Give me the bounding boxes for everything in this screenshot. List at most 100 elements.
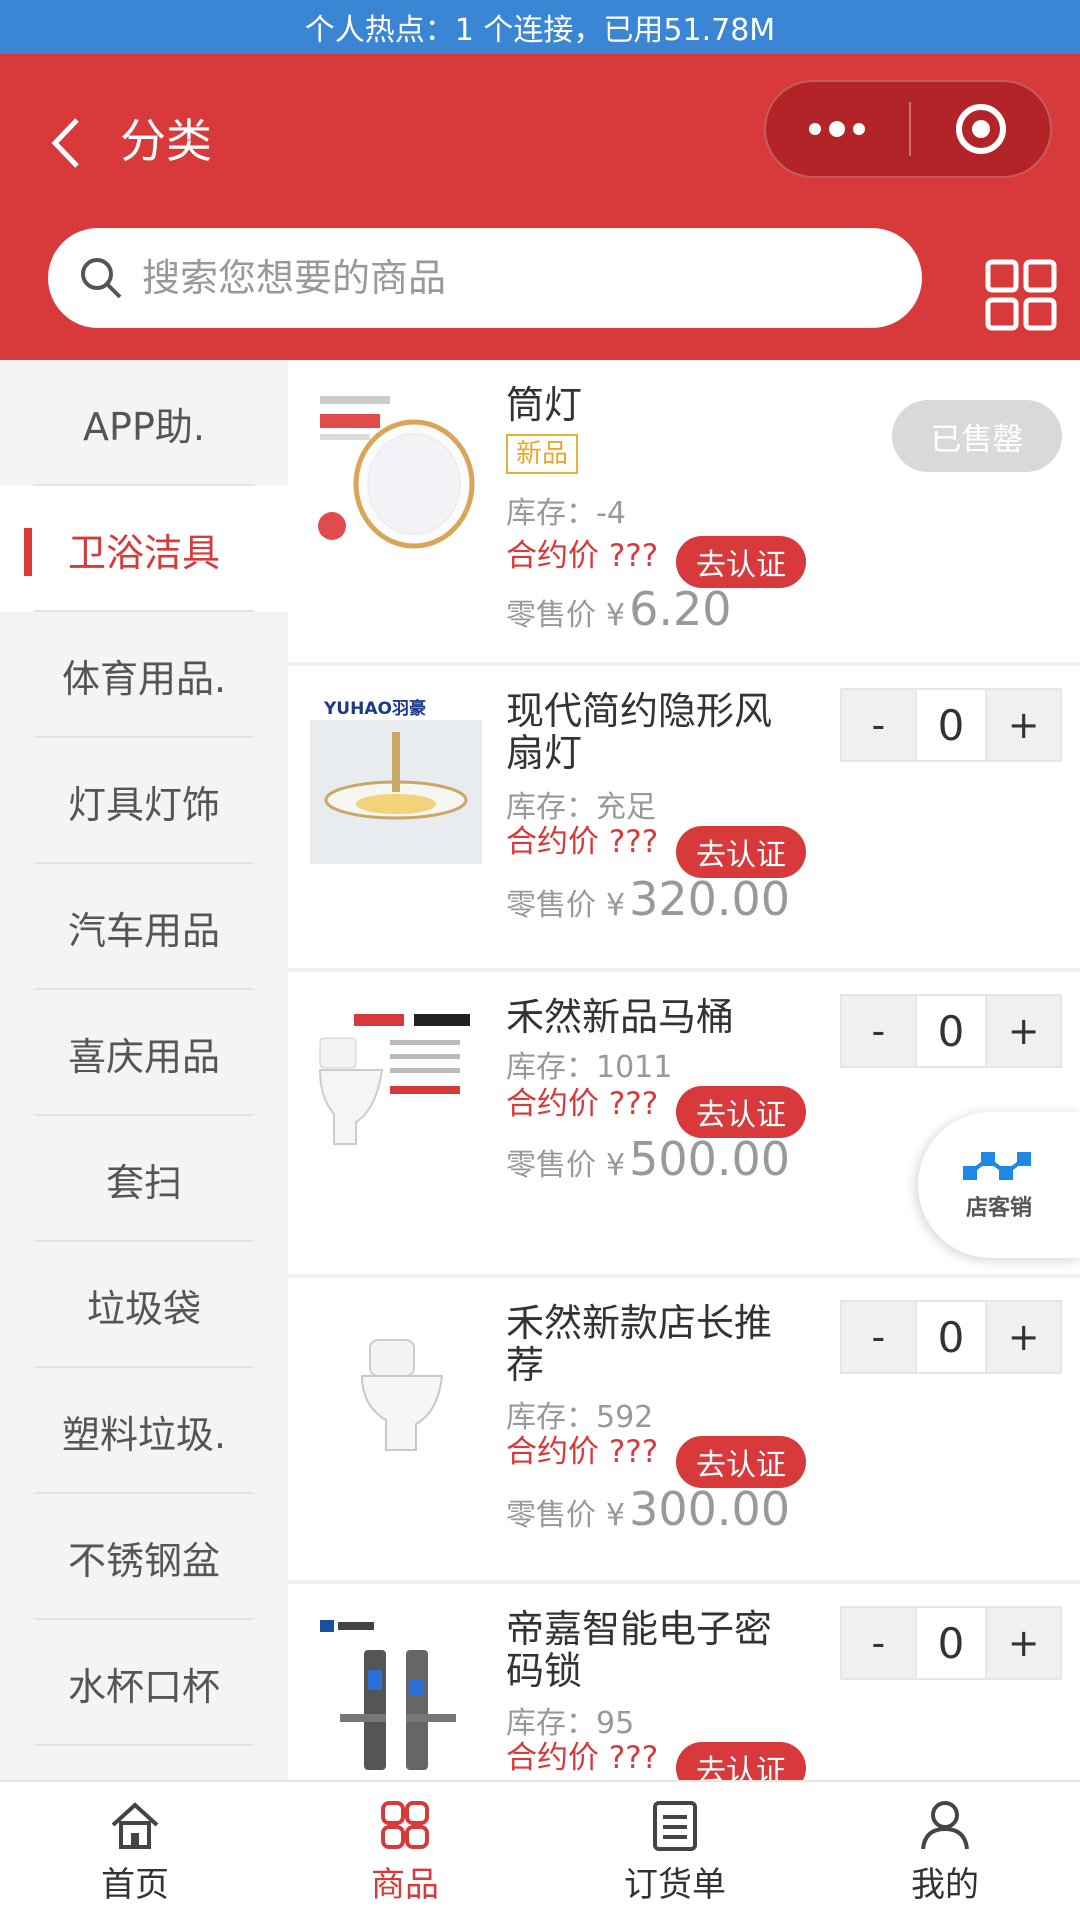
- decrease-button[interactable]: -: [842, 690, 915, 760]
- category-item[interactable]: 垃圾袋: [0, 1242, 288, 1368]
- product-name: 禾然新品马桶: [506, 995, 735, 1039]
- category-item[interactable]: 灯具灯饰: [0, 738, 288, 864]
- page-title: 分类: [120, 114, 212, 168]
- quantity-value[interactable]: 0: [914, 1302, 988, 1372]
- quantity-stepper: - 0 +: [840, 1300, 1062, 1374]
- home-icon: [111, 1801, 159, 1849]
- increase-button[interactable]: +: [987, 690, 1060, 760]
- tab-label: 订货单: [624, 1864, 726, 1905]
- thumb-brand-text: YUHAO羽豪: [323, 698, 426, 719]
- certify-button[interactable]: 去认证: [676, 1436, 806, 1488]
- header: 分类: [0, 54, 1080, 360]
- retail-label: 零售价: [506, 598, 596, 633]
- back-button[interactable]: [36, 98, 96, 188]
- retail-price: 零售价 ¥ 6.20: [506, 582, 732, 636]
- quantity-value[interactable]: 0: [914, 690, 988, 760]
- category-item[interactable]: 体育用品.: [0, 612, 288, 738]
- product-card[interactable]: 帝嘉智能电子密码锁 库存：95 合约价 ??? 去认证 - 0 +: [288, 1584, 1080, 1780]
- category-item-active[interactable]: 卫浴洁具: [0, 486, 288, 612]
- category-item[interactable]: 喜庆用品: [0, 990, 288, 1116]
- bottom-tab-bar: 首页 商品 订货单 我的: [0, 1780, 1080, 1920]
- capsule-divider: [909, 102, 911, 156]
- price-value: 320.00: [629, 872, 791, 926]
- increase-button[interactable]: +: [987, 1608, 1060, 1678]
- product-image[interactable]: [310, 1304, 482, 1476]
- tab-label: 首页: [101, 1864, 169, 1905]
- product-name: 禾然新款店长推荐: [506, 1301, 773, 1387]
- price-value: 300.00: [629, 1482, 791, 1536]
- certify-button[interactable]: 去认证: [676, 826, 806, 878]
- retail-price: 零售价 ¥ 320.00: [506, 872, 790, 926]
- price-value: 500.00: [629, 1132, 791, 1186]
- target-icon: [956, 104, 1006, 154]
- quantity-stepper: - 0 +: [840, 688, 1062, 762]
- sold-out-badge: 已售罄: [892, 400, 1062, 472]
- quantity-stepper: - 0 +: [840, 1606, 1062, 1680]
- tab-home[interactable]: 首页: [0, 1782, 270, 1920]
- search-bar[interactable]: [48, 228, 922, 328]
- product-image[interactable]: [310, 1610, 482, 1780]
- floating-shop-badge[interactable]: 店客销: [918, 1112, 1080, 1258]
- decrease-button[interactable]: -: [842, 996, 915, 1066]
- product-image[interactable]: [310, 998, 482, 1170]
- retail-label: 零售价: [506, 1148, 596, 1183]
- quantity-value[interactable]: 0: [914, 1608, 988, 1678]
- contract-price: 合约价 ???: [506, 538, 659, 574]
- product-name: 现代简约隐形风扇灯: [506, 689, 773, 775]
- close-mini-program-button[interactable]: [912, 82, 1050, 176]
- order-icon: [653, 1800, 697, 1851]
- quantity-value[interactable]: 0: [914, 996, 988, 1066]
- user-icon: [921, 1800, 969, 1849]
- product-list: 筒灯 新品 库存：-4 合约价 ??? 去认证 零售价 ¥ 6.20 已售罄 Y…: [288, 360, 1080, 1780]
- stock-text: 库存：-4: [506, 496, 626, 531]
- retail-label: 零售价: [506, 888, 596, 923]
- shop-logo-icon: [963, 1152, 1031, 1180]
- retail-label: 零售价: [506, 1498, 596, 1533]
- contract-price: 合约价 ???: [506, 1086, 659, 1122]
- mini-program-capsule: [764, 80, 1052, 178]
- grid-view-icon[interactable]: [984, 258, 1058, 332]
- tab-label: 我的: [911, 1864, 979, 1905]
- currency-symbol: ¥: [606, 888, 626, 923]
- currency-symbol: ¥: [606, 1148, 626, 1183]
- certify-button[interactable]: 去认证: [676, 1742, 806, 1780]
- certify-button[interactable]: 去认证: [676, 1086, 806, 1138]
- decrease-button[interactable]: -: [842, 1302, 915, 1372]
- product-card[interactable]: 筒灯 新品 库存：-4 合约价 ??? 去认证 零售价 ¥ 6.20 已售罄: [288, 360, 1080, 666]
- increase-button[interactable]: +: [987, 996, 1060, 1066]
- tab-orders[interactable]: 订货单: [540, 1782, 810, 1920]
- tab-profile[interactable]: 我的: [810, 1782, 1080, 1920]
- search-input[interactable]: [142, 256, 882, 300]
- new-tag: 新品: [506, 434, 579, 474]
- category-item[interactable]: 汽车用品: [0, 864, 288, 990]
- currency-symbol: ¥: [606, 1498, 626, 1533]
- category-item[interactable]: 塑料垃圾.: [0, 1368, 288, 1494]
- status-text: 个人热点：1 个连接，已用51.78M: [304, 13, 776, 48]
- category-item[interactable]: 水杯口杯: [0, 1620, 288, 1746]
- retail-price: 零售价 ¥ 300.00: [506, 1482, 790, 1536]
- contract-price: 合约价 ???: [506, 824, 659, 860]
- quantity-stepper: - 0 +: [840, 994, 1062, 1068]
- product-image[interactable]: [310, 386, 482, 558]
- product-card[interactable]: 禾然新款店长推荐 库存：592 合约价 ??? 去认证 零售价 ¥ 300.00…: [288, 1278, 1080, 1584]
- currency-symbol: ¥: [606, 598, 626, 633]
- category-item[interactable]: 不锈钢盆: [0, 1494, 288, 1620]
- tab-goods[interactable]: 商品: [270, 1782, 540, 1920]
- certify-button[interactable]: 去认证: [676, 536, 806, 588]
- contract-price: 合约价 ???: [506, 1740, 659, 1776]
- category-item[interactable]: APP助.: [0, 360, 288, 486]
- floating-badge-label: 店客销: [965, 1196, 1032, 1221]
- retail-price: 零售价 ¥ 500.00: [506, 1132, 790, 1186]
- increase-button[interactable]: +: [987, 1302, 1060, 1372]
- chevron-left-icon: [51, 118, 79, 168]
- goods-icon: [381, 1800, 429, 1849]
- product-card[interactable]: YUHAO羽豪 现代简约隐形风扇灯 库存：充足 合约价 ??? 去认证 零售价 …: [288, 666, 1080, 972]
- decrease-button[interactable]: -: [842, 1608, 915, 1678]
- more-dots-icon: [809, 121, 865, 137]
- price-value: 6.20: [629, 582, 732, 636]
- product-name: 帝嘉智能电子密码锁: [506, 1607, 773, 1693]
- product-name: 筒灯: [506, 383, 583, 427]
- product-image[interactable]: YUHAO羽豪: [310, 692, 482, 864]
- more-button[interactable]: [766, 82, 908, 176]
- category-item[interactable]: 套扫: [0, 1116, 288, 1242]
